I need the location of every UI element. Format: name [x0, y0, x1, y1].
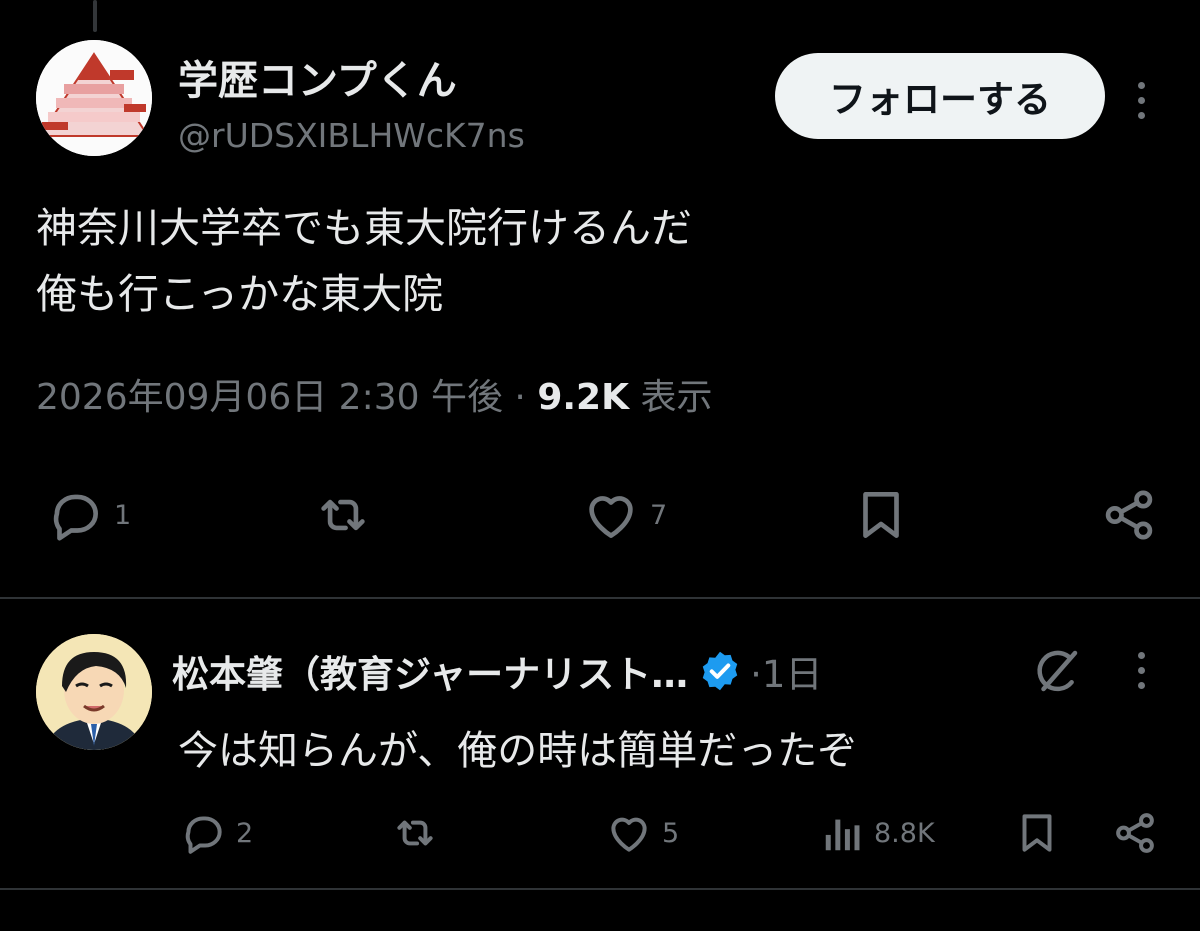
tweet-text-line: 神奈川大学卒でも東大院行けるんだ	[36, 204, 692, 252]
reply-bookmark-button[interactable]	[1012, 808, 1062, 858]
author-avatar[interactable]	[36, 40, 152, 156]
tweet-text-line: 俺も行こっかな東大院	[36, 270, 444, 318]
like-count: 7	[650, 499, 668, 531]
reply-button[interactable]: 1	[44, 484, 131, 546]
reply-views-button[interactable]: 8.8K	[820, 808, 935, 858]
tweet-text: 神奈川大学卒でも東大院行けるんだ 俺も行こっかな東大院	[36, 195, 692, 327]
reply-header: 松本肇（教育ジャーナリスト… ·1日	[172, 644, 822, 698]
reply-view-count: 8.8K	[874, 817, 935, 849]
reply-timestamp[interactable]: ·1日	[750, 644, 822, 698]
reply-text: 今は知らんが、俺の時は簡単だったぞ	[178, 728, 858, 774]
view-label: 表示	[640, 377, 713, 418]
retweet-button[interactable]	[310, 484, 376, 546]
divider	[0, 888, 1200, 890]
like-button[interactable]: 7	[580, 484, 667, 546]
retweet-icon	[397, 820, 433, 846]
retweet-icon	[321, 499, 365, 531]
divider	[0, 597, 1200, 599]
verified-badge-icon	[702, 651, 738, 691]
share-icon	[1105, 490, 1153, 540]
bookmark-icon	[1022, 814, 1052, 852]
reply-icon	[53, 494, 98, 541]
like-icon	[589, 496, 633, 538]
view-count: 9.2K	[537, 377, 629, 418]
reply-more-icon[interactable]	[1131, 652, 1151, 689]
author-handle[interactable]: @rUDSXIBLHWcK7ns	[178, 116, 525, 155]
reply-like-button[interactable]: 5	[604, 808, 679, 858]
tweet-timestamp[interactable]: 2026年09月06日 2:30 午後 ·	[36, 377, 526, 418]
reply-author-name[interactable]: 松本肇（教育ジャーナリスト…	[172, 644, 688, 698]
reply-retweet-button[interactable]	[388, 808, 442, 858]
reply-reply-count: 2	[236, 817, 254, 849]
thread-connector-line	[93, 0, 97, 32]
bookmark-button[interactable]	[850, 484, 912, 546]
reply-reply-button[interactable]: 2	[178, 808, 253, 858]
views-icon	[825, 819, 860, 851]
reply-share-button[interactable]	[1110, 808, 1160, 858]
share-button[interactable]	[1098, 484, 1160, 546]
reply-like-count: 5	[662, 817, 680, 849]
more-icon[interactable]	[1131, 82, 1151, 119]
follow-button[interactable]: フォローする	[775, 53, 1105, 139]
reply-icon	[185, 816, 222, 854]
reply-count: 1	[114, 499, 132, 531]
author-name[interactable]: 学歴コンプくん	[178, 48, 457, 106]
tweet-metadata: 2026年09月06日 2:30 午後 · 9.2K 表示	[36, 368, 712, 420]
bookmark-icon	[863, 492, 899, 538]
share-icon	[1116, 813, 1154, 853]
reply-author-avatar[interactable]	[36, 634, 152, 750]
grok-icon[interactable]	[1030, 644, 1084, 702]
like-icon	[611, 817, 647, 852]
